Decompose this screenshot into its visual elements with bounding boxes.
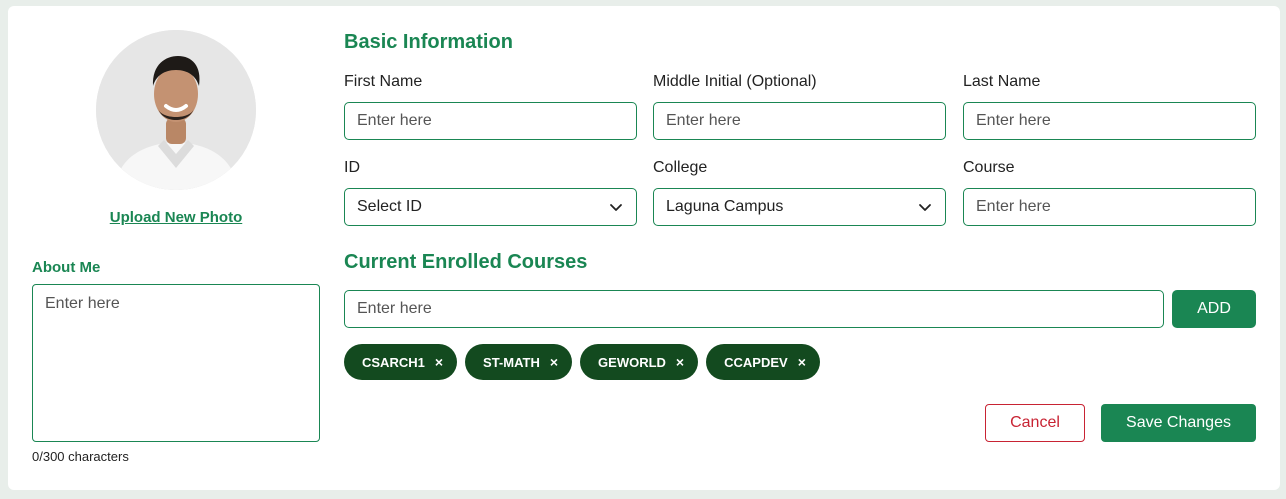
id-label: ID: [344, 159, 360, 176]
add-course-button[interactable]: ADD: [1172, 290, 1256, 328]
basic-info-title: Basic Information: [344, 31, 513, 53]
course-chip: CSARCH1 ×: [344, 344, 458, 380]
id-select-value: Select ID: [357, 198, 422, 215]
course-chip-label: CCAPDEV: [724, 354, 788, 370]
character-counter: 0/300 characters: [32, 449, 129, 464]
save-changes-button[interactable]: Save Changes: [1101, 404, 1256, 442]
cancel-button[interactable]: Cancel: [985, 404, 1085, 442]
about-me-label: About Me: [32, 259, 101, 276]
close-icon[interactable]: ×: [676, 354, 684, 370]
course-chip-label: ST-MATH: [483, 354, 540, 370]
course-chip-list: CSARCH1 × ST-MATH × GEWORLD × CCAPDEV ×: [344, 344, 820, 380]
course-chip: CCAPDEV ×: [706, 344, 820, 380]
college-select[interactable]: Laguna Campus: [653, 188, 946, 226]
middle-initial-label: Middle Initial (Optional): [653, 73, 817, 90]
chevron-down-icon: [610, 204, 622, 211]
first-name-label: First Name: [344, 73, 423, 90]
course-chip-label: GEWORLD: [598, 354, 666, 370]
close-icon[interactable]: ×: [435, 354, 443, 370]
about-me-textarea[interactable]: [32, 284, 320, 442]
id-select[interactable]: Select ID: [344, 188, 637, 226]
person-photo-icon: [96, 30, 256, 190]
course-chip: ST-MATH ×: [465, 344, 573, 380]
upload-photo-link[interactable]: Upload New Photo: [32, 209, 320, 226]
first-name-input[interactable]: [344, 102, 637, 140]
close-icon[interactable]: ×: [798, 354, 806, 370]
course-chip-label: CSARCH1: [362, 354, 425, 370]
profile-edit-card: Upload New Photo About Me 0/300 characte…: [8, 6, 1280, 490]
course-chip: GEWORLD ×: [580, 344, 699, 380]
chevron-down-icon: [919, 204, 931, 211]
course-input[interactable]: [963, 188, 1256, 226]
enrolled-course-input[interactable]: [344, 290, 1164, 328]
college-select-value: Laguna Campus: [666, 198, 784, 215]
last-name-input[interactable]: [963, 102, 1256, 140]
last-name-label: Last Name: [963, 73, 1041, 90]
course-label: Course: [963, 159, 1015, 176]
college-label: College: [653, 159, 708, 176]
avatar: [96, 30, 256, 190]
enrolled-courses-title: Current Enrolled Courses: [344, 251, 588, 273]
close-icon[interactable]: ×: [550, 354, 558, 370]
middle-initial-input[interactable]: [653, 102, 946, 140]
